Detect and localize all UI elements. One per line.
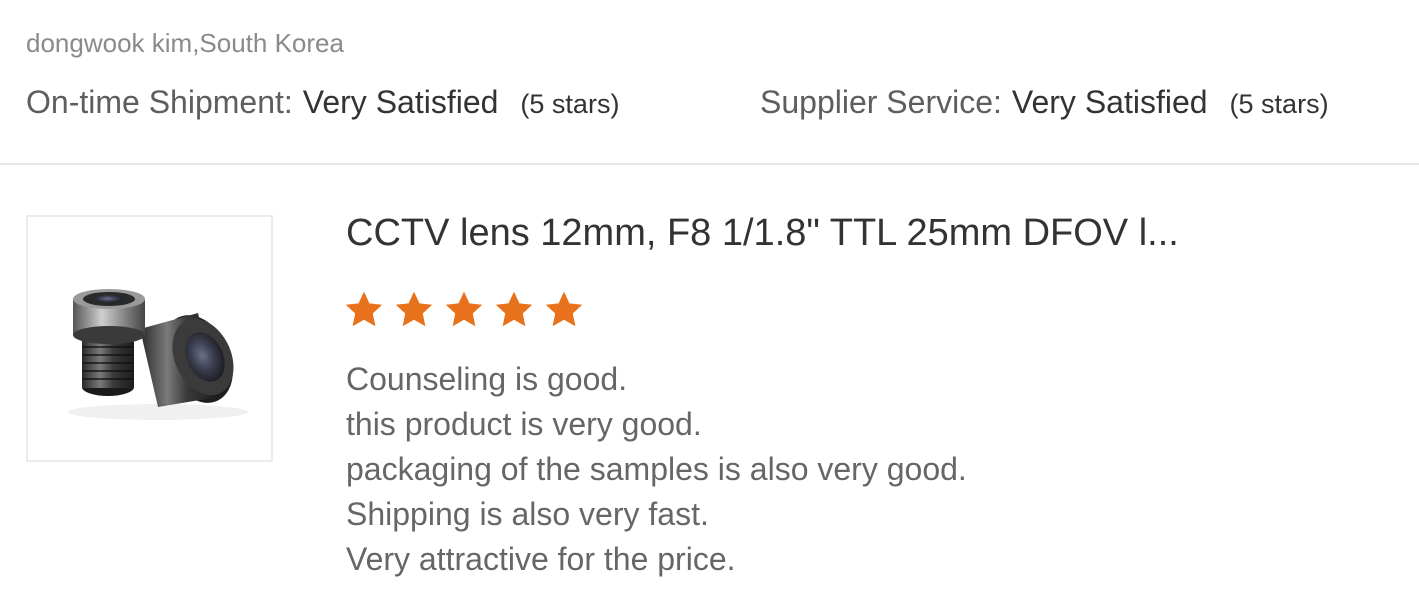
review-line: this product is very good. [346, 406, 702, 442]
lens-back [140, 313, 234, 407]
review-line: Counseling is good. [346, 361, 628, 397]
shipment-rating-stars: (5 stars) [520, 89, 620, 119]
product-title[interactable]: CCTV lens 12mm, F8 1/1.8" TTL 25mm DFOV … [346, 212, 1386, 255]
review-line: Shipping is also very fast. [346, 496, 709, 532]
section-divider [0, 163, 1419, 165]
lens-front [73, 289, 145, 396]
reviewer-name: dongwook kim,South Korea [26, 28, 344, 58]
product-rating-stars [343, 288, 585, 336]
shipment-rating-label: On-time Shipment: [26, 84, 293, 120]
star-icon [545, 291, 583, 327]
ratings-summary: On-time Shipment: Very Satisfied (5 star… [26, 84, 1396, 128]
review-line: packaging of the samples is also very go… [346, 451, 967, 487]
shipment-rating-value: Very Satisfied [302, 84, 499, 120]
cctv-lens-image [68, 289, 248, 420]
service-rating-value: Very Satisfied [1011, 84, 1208, 120]
star-icon [445, 291, 483, 327]
shipment-rating: On-time Shipment: Very Satisfied (5 star… [26, 84, 619, 121]
star-icon [495, 291, 533, 327]
product-image[interactable] [26, 215, 273, 462]
service-rating-stars: (5 stars) [1229, 89, 1329, 119]
service-rating-label: Supplier Service: [760, 84, 1002, 120]
star-icon [345, 291, 383, 327]
review-line: Very attractive for the price. [346, 541, 736, 577]
star-icon [395, 291, 433, 327]
service-rating: Supplier Service: Very Satisfied (5 star… [760, 84, 1329, 121]
review-body: Counseling is good. this product is very … [346, 357, 1386, 582]
